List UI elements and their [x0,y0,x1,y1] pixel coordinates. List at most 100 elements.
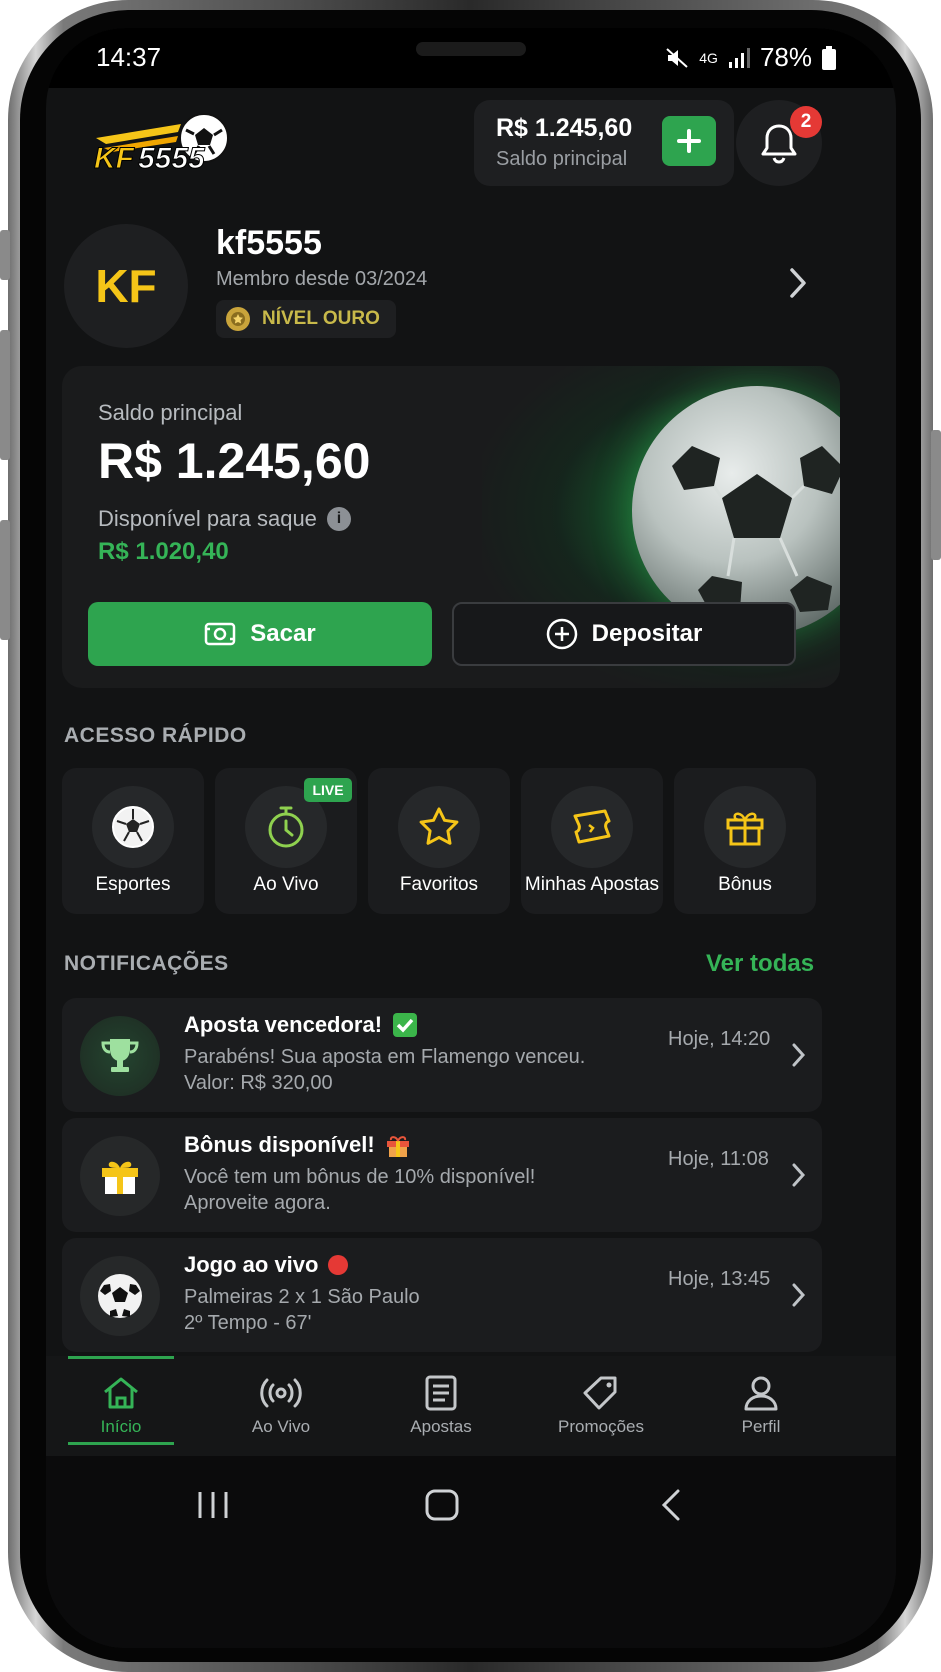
withdraw-button[interactable]: Sacar [88,602,432,666]
info-icon[interactable]: i [326,507,351,531]
recent-apps-icon[interactable] [196,1490,230,1525]
avatar[interactable]: KF [64,224,188,348]
status-time: 14:37 [96,42,162,72]
withdraw-label: Sacar [250,620,316,647]
notification-text: Aproveite agora. [184,1192,331,1214]
quick-access-icon-wrap [398,786,480,868]
phone-side-button [0,230,10,280]
home-button-icon[interactable] [424,1488,460,1527]
quick-access-favorites[interactable]: Favoritos [368,768,510,914]
see-all-link[interactable]: Ver todas [706,950,814,978]
medal-icon [226,307,250,331]
mute-icon [666,47,688,68]
nav-label: Promoções [558,1417,644,1436]
signal-icon [728,47,750,68]
notification-text: Valor: R$ 320,00 [184,1072,333,1094]
svg-text:KF: KF [94,142,135,175]
notification-time: Hoje, 13:45 [668,1268,771,1290]
check-mark-icon [393,1013,418,1037]
gift-emoji-icon [386,1136,409,1157]
quick-access-label: Ao Vivo [253,874,319,895]
soccer-ball-icon [98,1274,142,1318]
nav-label: Início [100,1417,142,1436]
nav-live[interactable]: Ao Vivo [216,1356,346,1456]
notifications-title: NOTIFICAÇÕES [64,952,229,975]
notification-title-row: Bônus disponível! [184,1132,411,1158]
profile-chevron-icon[interactable] [786,266,810,305]
notification-text: 2º Tempo - 67' [184,1312,312,1334]
quick-access-label: Esportes [95,874,171,895]
header-balance-label: Saldo principal [496,148,628,170]
quick-access-bonus[interactable]: Bônus [674,768,816,914]
notification-text: Você tem um bônus de 10% disponível! [184,1166,536,1188]
notification-icon-wrap [80,1256,160,1336]
plus-circle-icon [546,618,577,650]
app-screen: 14:37 4G 78% KF 5555 R$ 1.245,60 Saldo p… [46,28,896,1648]
nav-promotions[interactable]: Promoções [536,1356,666,1456]
notification-item[interactable]: Jogo ao vivo Palmeiras 2 x 1 São Paulo 2… [62,1238,822,1352]
notification-title: Jogo ao vivo [184,1252,319,1277]
nav-home[interactable]: Início [56,1356,186,1456]
deposit-button[interactable]: Depositar [452,602,796,666]
notification-item[interactable]: Aposta vencedora! Parabéns! Sua aposta e… [62,998,822,1112]
header-balance-amount: R$ 1.245,60 [496,114,633,142]
live-badge: LIVE [304,778,352,802]
quick-access-label: Minhas Apostas [524,874,660,895]
nav-bets[interactable]: Apostas [376,1356,506,1456]
wallet-balance-label: Saldo principal [98,400,243,425]
username: kf5555 [216,224,322,262]
header-balance[interactable]: R$ 1.245,60 Saldo principal [474,100,734,186]
deposit-label: Depositar [591,620,703,647]
quick-access-icon-wrap [704,786,786,868]
gift-icon [726,812,764,846]
quick-access-sports[interactable]: Esportes [62,768,204,914]
gift-icon [102,1161,138,1194]
quick-access-label: Bônus [718,874,772,895]
svg-text:5555: 5555 [138,142,206,175]
available-label: Disponível para saque [98,506,317,531]
nav-profile[interactable]: Perfil [696,1356,826,1456]
member-since: Membro desde 03/2024 [216,268,428,290]
chevron-right-icon [790,1042,806,1073]
live-dot-icon [328,1255,349,1275]
notification-item[interactable]: Bônus disponível! Você tem um bônus de 1… [62,1118,822,1232]
quick-access-icon-wrap [92,786,174,868]
withdraw-icon [205,622,236,646]
tag-icon [583,1376,617,1410]
chevron-right-icon [790,1282,806,1313]
notification-time: Hoje, 14:20 [668,1028,771,1050]
wallet-balance-amount: R$ 1.245,60 [98,433,371,489]
wallet-card: Saldo principal R$ 1.245,60 Disponível p… [62,366,840,688]
battery-icon [822,45,836,70]
app-logo[interactable]: KF 5555 [86,108,246,178]
notification-count-badge: 2 [790,106,822,138]
stopwatch-icon [268,806,304,848]
soccer-ball-pattern-icon [672,446,840,612]
notification-text: Parabéns! Sua aposta em Flamengo venceu. [184,1046,586,1068]
nav-label: Apostas [410,1417,472,1436]
broadcast-icon [260,1378,302,1408]
available-for-withdrawal: Disponível para saque i [98,506,351,532]
network-type: 4G [699,49,718,66]
chevron-right-icon [790,1162,806,1193]
add-funds-button[interactable] [662,116,716,166]
phone-volume-button [0,330,10,460]
soccer-ball-illustration [632,386,840,636]
notification-title-row: Aposta vencedora! [184,1012,418,1038]
nav-active-indicator [68,1442,174,1445]
front-camera [416,42,526,56]
notification-title-row: Jogo ao vivo [184,1252,349,1278]
plus-icon [677,129,701,153]
status-icons: 4G 78% [665,42,836,73]
system-navigation-bar [46,1456,896,1648]
quick-access-icon-wrap [551,786,633,868]
level-badge: NÍVEL OURO [216,300,396,338]
logo-emblem-icon: KF 5555 [94,113,229,176]
notification-text: Palmeiras 2 x 1 São Paulo [184,1286,420,1308]
available-amount: R$ 1.020,40 [98,538,229,565]
level-label: NÍVEL OURO [262,308,380,329]
back-button-icon[interactable] [660,1488,682,1527]
notification-time: Hoje, 11:08 [668,1148,769,1170]
quick-access-my-bets[interactable]: Minhas Apostas [521,768,663,914]
user-icon [744,1376,778,1411]
